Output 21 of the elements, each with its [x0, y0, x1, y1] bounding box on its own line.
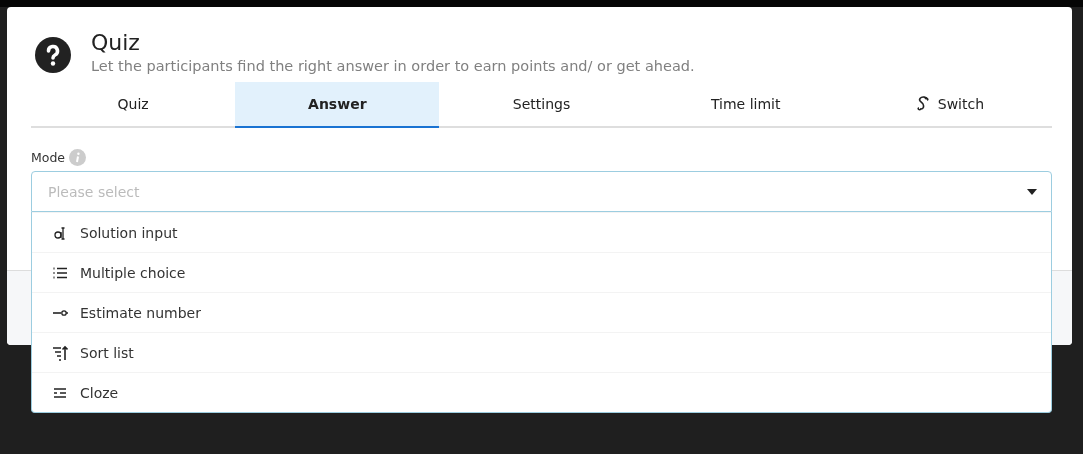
dialog-title: Quiz	[91, 30, 141, 56]
select-placeholder: Please select	[48, 183, 140, 200]
help-icon	[35, 37, 71, 73]
dialog-subtitle: Let the participants find the right answer in order to earn points and/ or get ahead.	[91, 57, 695, 76]
sort-icon	[52, 344, 68, 361]
dropdown-option[interactable]: Multiple choice	[32, 252, 1051, 292]
dropdown-option[interactable]: Estimate number	[32, 292, 1051, 332]
text-cursor-icon	[52, 224, 68, 241]
dropdown-option[interactable]: Cloze	[32, 372, 1051, 412]
link-icon	[915, 95, 930, 113]
dropdown-option[interactable]: Sort list	[32, 332, 1051, 372]
caret-icon	[1027, 188, 1037, 195]
field-label: Mode	[31, 150, 66, 165]
list-icon	[52, 264, 68, 281]
dropdown-option[interactable]: Solution input	[32, 212, 1051, 252]
tab[interactable]: Time limit	[643, 82, 848, 128]
tab[interactable]: Quiz	[31, 82, 236, 128]
tab[interactable]: Switch	[847, 82, 1052, 128]
info-icon	[69, 149, 87, 166]
tab[interactable]: Answer	[235, 82, 440, 128]
tab[interactable]: Settings	[439, 82, 644, 128]
